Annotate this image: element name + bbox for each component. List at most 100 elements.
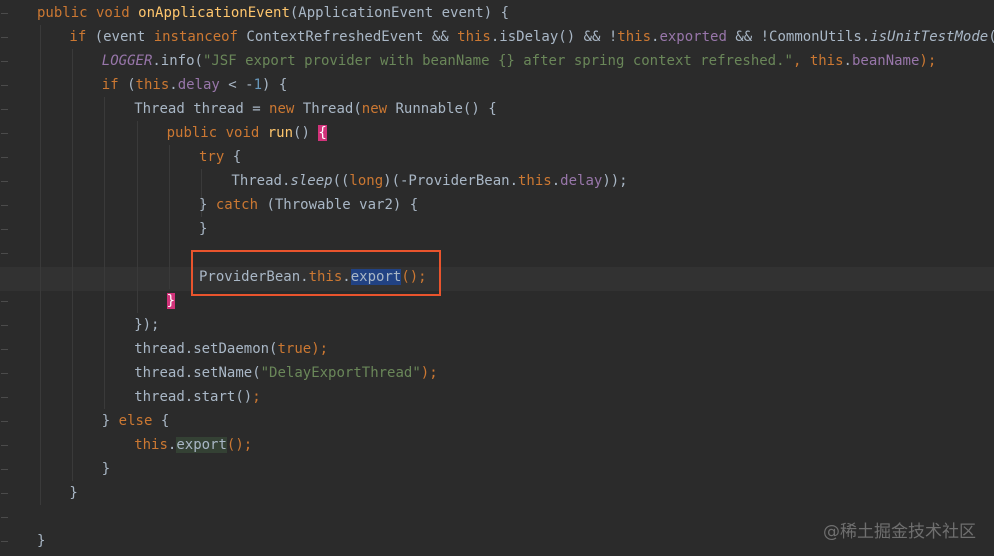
code-token: run: [267, 125, 294, 141]
code-token: );: [311, 341, 329, 357]
gutter-fold-mark: [1, 61, 8, 62]
code-line[interactable]: }: [37, 529, 45, 553]
code-line[interactable]: if (event instanceof ContextRefreshedEve…: [69, 25, 994, 49]
code-token: .info(: [152, 53, 203, 69]
gutter-fold-mark: [1, 205, 8, 206]
gutter-fold-mark: [1, 541, 8, 542]
code-token: ()) {: [988, 29, 994, 45]
code-token: Thread(: [302, 101, 362, 117]
code-token: )(-ProviderBean.: [383, 173, 518, 189]
code-token: ;: [252, 389, 261, 405]
code-token: new: [361, 101, 396, 117]
code-token: beanName: [851, 53, 920, 69]
gutter-fold-mark: [1, 445, 8, 446]
code-line[interactable]: });: [134, 313, 159, 337]
code-editor[interactable]: public void onApplicationEvent(Applicati…: [0, 0, 994, 556]
gutter-fold-mark: [1, 373, 8, 374]
code-token: .: [169, 77, 178, 93]
code-token: try: [199, 149, 233, 165]
code-token: }: [37, 533, 46, 549]
code-token: public void: [37, 5, 139, 21]
code-token: ();: [226, 437, 253, 453]
code-token: isUnitTestMode: [870, 29, 989, 45]
gutter-fold-mark: [1, 13, 8, 14]
code-line[interactable]: try {: [199, 145, 241, 169]
indent-guide: [40, 25, 41, 505]
code-line[interactable]: }: [102, 457, 110, 481]
gutter-fold-mark: [1, 253, 8, 254]
code-token: );: [420, 365, 438, 381]
code-token: Thread thread =: [134, 101, 270, 117]
code-token: this: [617, 29, 652, 45]
code-token: .: [551, 173, 561, 189]
code-token: ,: [792, 53, 810, 69]
gutter-fold-mark: [1, 157, 8, 158]
code-token: Thread.: [231, 173, 291, 189]
code-token: ((: [332, 173, 350, 189]
code-token: }: [69, 485, 78, 501]
gutter-fold-mark: [1, 85, 8, 86]
code-token: 1: [253, 77, 262, 93]
code-token: Runnable() {: [395, 101, 497, 117]
code-token: (event: [94, 29, 154, 45]
code-token: ContextRefreshedEvent &&: [246, 29, 458, 45]
code-token: );: [919, 53, 937, 69]
code-line[interactable]: thread.setName("DelayExportThread");: [134, 361, 437, 385]
code-line[interactable]: public void onApplicationEvent(Applicati…: [37, 1, 509, 25]
code-token: this: [134, 437, 168, 453]
code-token: instanceof: [153, 29, 247, 45]
code-token: }: [166, 293, 176, 309]
gutter-fold-mark: [1, 229, 8, 230]
code-line[interactable]: LOGGER.info("JSF export provider with be…: [102, 49, 936, 73]
indent-guide: [169, 145, 170, 289]
code-line[interactable]: Thread.sleep((long)(-ProviderBean.this.d…: [231, 169, 627, 193]
code-token: < -: [219, 77, 254, 93]
code-token: LOGGER: [101, 53, 153, 69]
code-token: }: [199, 197, 216, 213]
code-token: long: [349, 173, 384, 189]
code-token: (ApplicationEvent event) {: [289, 5, 510, 21]
gutter-fold-mark: [1, 349, 8, 350]
code-token: }: [199, 221, 208, 237]
code-token: else: [118, 413, 161, 429]
code-token: });: [134, 317, 160, 333]
code-token: export: [176, 437, 227, 453]
gutter-fold-mark: [1, 493, 8, 494]
code-line[interactable]: Thread thread = new Thread(new Runnable(…: [134, 97, 496, 121]
gutter-fold-mark: [1, 397, 8, 398]
indent-guide: [72, 49, 73, 481]
code-token: ));: [602, 173, 628, 189]
code-token: catch: [215, 197, 267, 213]
code-token: exported: [659, 29, 727, 45]
code-line[interactable]: thread.setDaemon(true);: [134, 337, 328, 361]
code-token: this: [135, 77, 170, 93]
code-line[interactable]: }: [69, 481, 77, 505]
indent-guide: [137, 121, 138, 313]
code-token: onApplicationEvent: [138, 5, 290, 21]
code-token: public void: [166, 125, 268, 141]
code-line[interactable]: } catch (Throwable var2) {: [199, 193, 418, 217]
gutter-fold-mark: [1, 301, 8, 302]
gutter-fold-mark: [1, 421, 8, 422]
code-token: (Throwable var2) {: [266, 197, 419, 213]
gutter-fold-mark: [1, 37, 8, 38]
code-line[interactable]: thread.start();: [134, 385, 260, 409]
code-token: true: [277, 341, 312, 357]
code-token: (: [127, 77, 136, 93]
gutter-fold-mark: [1, 181, 8, 182]
code-line[interactable]: }: [166, 289, 176, 313]
code-token: this: [457, 29, 491, 45]
code-line[interactable]: public void run() {: [167, 121, 327, 145]
code-token: }: [101, 413, 119, 429]
code-token: this: [518, 173, 552, 189]
code-line[interactable]: this.export();: [134, 433, 252, 457]
code-line[interactable]: } else {: [102, 409, 169, 433]
code-token: {: [318, 125, 327, 141]
code-line[interactable]: }: [199, 217, 207, 241]
gutter-fold-mark: [1, 469, 8, 470]
code-token: (): [293, 125, 319, 141]
gutter-fold-mark: [1, 517, 8, 518]
code-token: {: [160, 413, 170, 429]
code-line[interactable]: if (this.delay < -1) {: [102, 73, 288, 97]
code-token: .: [843, 53, 852, 69]
